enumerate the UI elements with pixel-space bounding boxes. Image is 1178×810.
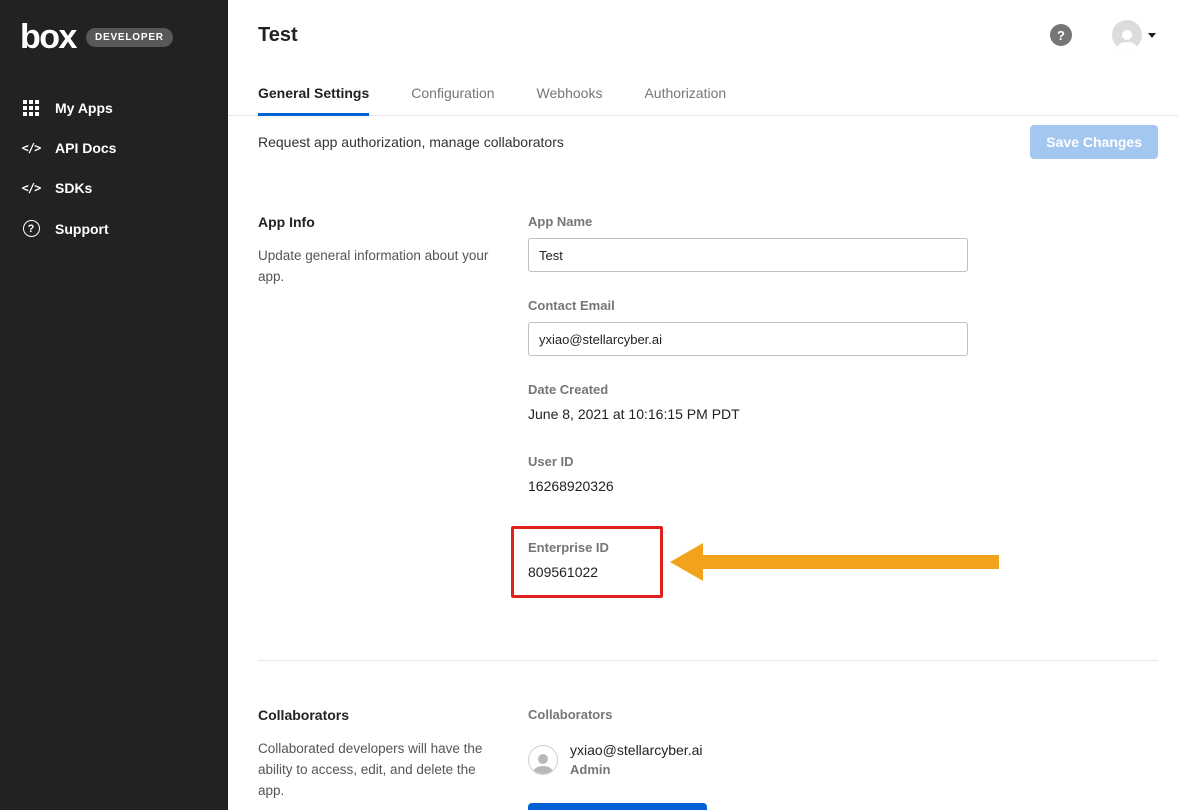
collaborators-intro: Collaborators Collaborated developers wi… (258, 707, 498, 810)
field-label: App Name (528, 214, 968, 229)
collaborators-section: Collaborators Collaborated developers wi… (258, 707, 1158, 810)
app-info-fields: App Name Contact Email Date Created June… (528, 214, 968, 630)
app-name-input[interactable] (528, 238, 968, 272)
app-info-section: App Info Update general information abou… (258, 214, 1158, 630)
developer-badge: DEVELOPER (86, 28, 173, 47)
sidebar-item-my-apps[interactable]: My Apps (0, 88, 228, 128)
enterprise-id-highlight: Enterprise ID 809561022 (511, 526, 663, 598)
user-menu[interactable] (1112, 20, 1156, 50)
sidebar-item-label: Support (55, 221, 109, 237)
field-label: Enterprise ID (528, 540, 646, 555)
tab-authorization[interactable]: Authorization (644, 70, 726, 116)
app-info-intro: App Info Update general information abou… (258, 214, 498, 630)
collaborator-row: yxiao@stellarcyber.ai Admin (528, 742, 968, 777)
sidebar: box DEVELOPER My Apps </> API Docs </> S… (0, 0, 228, 810)
subheader: Request app authorization, manage collab… (228, 116, 1178, 168)
grid-icon (22, 100, 40, 116)
date-created-value: June 8, 2021 at 10:16:15 PM PDT (528, 406, 968, 422)
collaborators-list-label: Collaborators (528, 707, 968, 722)
tab-bar: General Settings Configuration Webhooks … (228, 70, 1178, 116)
contact-email-field: Contact Email (528, 298, 968, 356)
subheader-text: Request app authorization, manage collab… (258, 134, 564, 150)
avatar (1112, 20, 1142, 50)
section-divider (258, 660, 1158, 661)
user-id-value: 16268920326 (528, 478, 968, 494)
collaborator-avatar (528, 745, 558, 775)
help-icon[interactable]: ? (1050, 24, 1072, 46)
sidebar-item-api-docs[interactable]: </> API Docs (0, 128, 228, 168)
sidebar-item-label: API Docs (55, 140, 116, 156)
collaborator-role: Admin (570, 762, 703, 777)
box-logo: box DEVELOPER (0, 0, 228, 88)
save-button[interactable]: Save Changes (1030, 125, 1158, 159)
tab-general-settings[interactable]: General Settings (258, 70, 369, 116)
sidebar-item-sdks[interactable]: </> SDKs (0, 168, 228, 208)
tab-webhooks[interactable]: Webhooks (537, 70, 603, 116)
section-heading: App Info (258, 214, 498, 230)
field-label: User ID (528, 454, 968, 469)
enterprise-id-value: 809561022 (528, 564, 646, 580)
sidebar-item-label: My Apps (55, 100, 113, 116)
code-icon: </> (22, 141, 40, 155)
sidebar-item-support[interactable]: ? Support (0, 208, 228, 249)
question-icon: ? (22, 220, 40, 237)
field-label: Date Created (528, 382, 968, 397)
annotation-arrow-icon (670, 543, 999, 581)
user-id-field: User ID 16268920326 (528, 454, 968, 494)
app-name-field: App Name (528, 214, 968, 272)
section-description: Update general information about your ap… (258, 246, 494, 288)
tab-configuration[interactable]: Configuration (411, 70, 494, 116)
date-created-field: Date Created June 8, 2021 at 10:16:15 PM… (528, 382, 968, 422)
main-content: Test ? General Settings Configuration We… (228, 0, 1178, 810)
topbar: Test ? (228, 0, 1178, 70)
sidebar-nav: My Apps </> API Docs </> SDKs ? Support (0, 88, 228, 249)
collaborators-list: Collaborators yxiao@stellarcyber.ai Admi… (528, 707, 968, 810)
contact-email-input[interactable] (528, 322, 968, 356)
chevron-down-icon (1148, 33, 1156, 38)
add-new-collaborator-button[interactable]: Add New Collaborator (528, 803, 707, 810)
arrow-shaft (703, 555, 999, 569)
collaborator-email: yxiao@stellarcyber.ai (570, 742, 703, 758)
box-logo-text: box (20, 20, 76, 54)
section-description: Collaborated developers will have the ab… (258, 739, 494, 802)
page-title: Test (258, 24, 1050, 47)
section-heading: Collaborators (258, 707, 498, 723)
arrow-head (670, 543, 703, 581)
code-icon: </> (22, 181, 40, 195)
collaborator-info: yxiao@stellarcyber.ai Admin (570, 742, 703, 777)
sidebar-item-label: SDKs (55, 180, 92, 196)
field-label: Contact Email (528, 298, 968, 313)
content-area: App Info Update general information abou… (228, 214, 1178, 810)
enterprise-id-field: Enterprise ID 809561022 (528, 526, 968, 598)
